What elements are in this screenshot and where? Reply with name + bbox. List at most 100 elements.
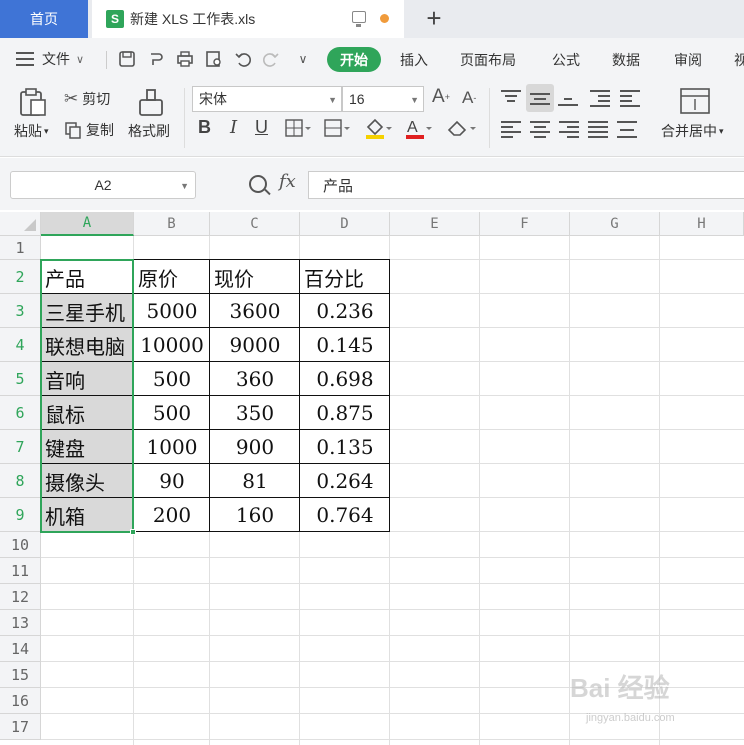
column-header-d[interactable]: D (300, 212, 390, 236)
select-all-corner[interactable] (0, 212, 41, 236)
eraser-icon[interactable] (446, 118, 476, 141)
output-icon[interactable] (145, 48, 167, 70)
column-header-b[interactable]: B (134, 212, 210, 236)
cut-button[interactable]: ✂ 剪切 (64, 89, 110, 109)
font-size-select[interactable]: 16 ▼ (342, 86, 424, 112)
value-cell[interactable]: 10000 (135, 328, 209, 362)
row-header-13[interactable]: 13 (0, 610, 41, 636)
column-header-e[interactable]: E (390, 212, 480, 236)
column-header-a[interactable]: A (41, 212, 134, 236)
header-cell[interactable]: 百分比 (304, 260, 389, 294)
tab-review[interactable]: 审阅 (674, 50, 702, 70)
file-menu[interactable]: 文件 ∨ (16, 49, 84, 69)
row-header-16[interactable]: 16 (0, 688, 41, 714)
value-cell[interactable]: 500 (135, 362, 209, 396)
header-cell[interactable]: 原价 (138, 260, 209, 294)
align-middle-icon[interactable] (526, 84, 554, 112)
underline-button[interactable]: U (255, 117, 268, 138)
row-header-3[interactable]: 3 (0, 294, 41, 328)
print-preview-icon[interactable] (203, 48, 225, 70)
column-header-f[interactable]: F (480, 212, 570, 236)
row-header-1[interactable]: 1 (0, 236, 41, 260)
row-header-12[interactable]: 12 (0, 584, 41, 610)
decrease-indent-icon[interactable] (590, 90, 610, 107)
align-bottom-icon[interactable] (558, 92, 578, 108)
increase-font-icon[interactable]: A + (432, 86, 450, 108)
distributed-align-icon[interactable] (617, 121, 637, 138)
align-center-icon[interactable] (530, 121, 550, 138)
format-painter-icon[interactable] (137, 88, 165, 121)
row-header-6[interactable]: 6 (0, 396, 41, 430)
value-cell[interactable]: 350 (211, 396, 299, 430)
row-header-9[interactable]: 9 (0, 498, 41, 532)
column-header-g[interactable]: G (570, 212, 660, 236)
column-header-c[interactable]: C (210, 212, 300, 236)
value-cell[interactable]: 3600 (211, 294, 299, 328)
align-left-icon[interactable] (501, 121, 521, 138)
row-header-4[interactable]: 4 (0, 328, 41, 362)
more-icon[interactable]: ∨ (292, 48, 314, 70)
value-cell[interactable]: 1000 (135, 430, 209, 464)
merge-center-icon[interactable] (680, 88, 710, 117)
merge-center-button[interactable]: 合并居中 ▾ (661, 121, 724, 141)
row-header-14[interactable]: 14 (0, 636, 41, 662)
save-icon[interactable] (116, 48, 138, 70)
value-cell[interactable]: 160 (211, 498, 299, 532)
undo-icon[interactable] (232, 48, 254, 70)
font-color-icon[interactable]: A (404, 117, 432, 142)
value-cell[interactable]: 90 (135, 464, 209, 498)
align-right-icon[interactable] (559, 121, 579, 138)
tab-view[interactable]: 视 (734, 50, 744, 70)
justify-icon[interactable] (588, 121, 608, 138)
align-top-icon[interactable] (501, 90, 521, 106)
spreadsheet-grid[interactable]: A B C D E F G H 1 2 3 4 5 6 7 8 9 10 11 12 13 14 15 16 17 产品 原价 现价百… (0, 212, 744, 745)
zoom-icon[interactable] (249, 175, 267, 193)
paste-icon[interactable] (18, 88, 48, 121)
value-cell[interactable]: 500 (135, 396, 209, 430)
row-header-2[interactable]: 2 (0, 260, 41, 294)
value-cell[interactable]: 0.236 (301, 294, 389, 328)
border-icon[interactable] (285, 119, 311, 140)
redo-icon[interactable] (260, 48, 282, 70)
value-cell[interactable]: 9000 (211, 328, 299, 362)
row-header-11[interactable]: 11 (0, 558, 41, 584)
formula-input[interactable]: 产品 (308, 171, 744, 199)
row-header-8[interactable]: 8 (0, 464, 41, 498)
decrease-font-icon[interactable]: A- (462, 88, 476, 108)
tab-page-layout[interactable]: 页面布局 (460, 50, 516, 70)
header-cell[interactable]: 现价 (214, 260, 299, 294)
cell-fill-pattern-icon[interactable] (324, 119, 350, 140)
fill-handle[interactable] (130, 529, 136, 535)
value-cell[interactable]: 0.135 (301, 430, 389, 464)
value-cell[interactable]: 0.764 (301, 498, 389, 532)
value-cell[interactable]: 0.264 (301, 464, 389, 498)
tab-data[interactable]: 数据 (612, 50, 640, 70)
value-cell[interactable]: 0.145 (301, 328, 389, 362)
tab-home[interactable]: 首页 (0, 0, 88, 38)
increase-indent-icon[interactable] (620, 90, 640, 107)
tab-start[interactable]: 开始 (327, 47, 381, 72)
row-header-15[interactable]: 15 (0, 662, 41, 688)
format-painter-button[interactable]: 格式刷 (128, 121, 170, 141)
value-cell[interactable]: 360 (211, 362, 299, 396)
monitor-icon[interactable] (352, 11, 366, 27)
fill-color-icon[interactable] (364, 117, 392, 142)
value-cell[interactable]: 81 (211, 464, 299, 498)
italic-button[interactable]: I (230, 117, 237, 138)
column-header-h[interactable]: H (660, 212, 744, 236)
value-cell[interactable]: 0.875 (301, 396, 389, 430)
value-cell[interactable]: 5000 (135, 294, 209, 328)
tab-insert[interactable]: 插入 (400, 50, 428, 70)
row-header-17[interactable]: 17 (0, 714, 41, 740)
new-tab-button[interactable]: + (420, 3, 448, 33)
row-header-5[interactable]: 5 (0, 362, 41, 396)
function-icon[interactable]: fx (279, 171, 296, 192)
font-name-select[interactable]: 宋体 ▼ (192, 86, 342, 112)
bold-button[interactable]: B (198, 117, 211, 138)
print-icon[interactable] (174, 48, 196, 70)
name-box[interactable]: A2 ▼ (10, 171, 196, 199)
value-cell[interactable]: 0.698 (301, 362, 389, 396)
value-cell[interactable]: 200 (135, 498, 209, 532)
value-cell[interactable]: 900 (211, 430, 299, 464)
paste-button[interactable]: 粘贴 ▾ (14, 121, 49, 141)
